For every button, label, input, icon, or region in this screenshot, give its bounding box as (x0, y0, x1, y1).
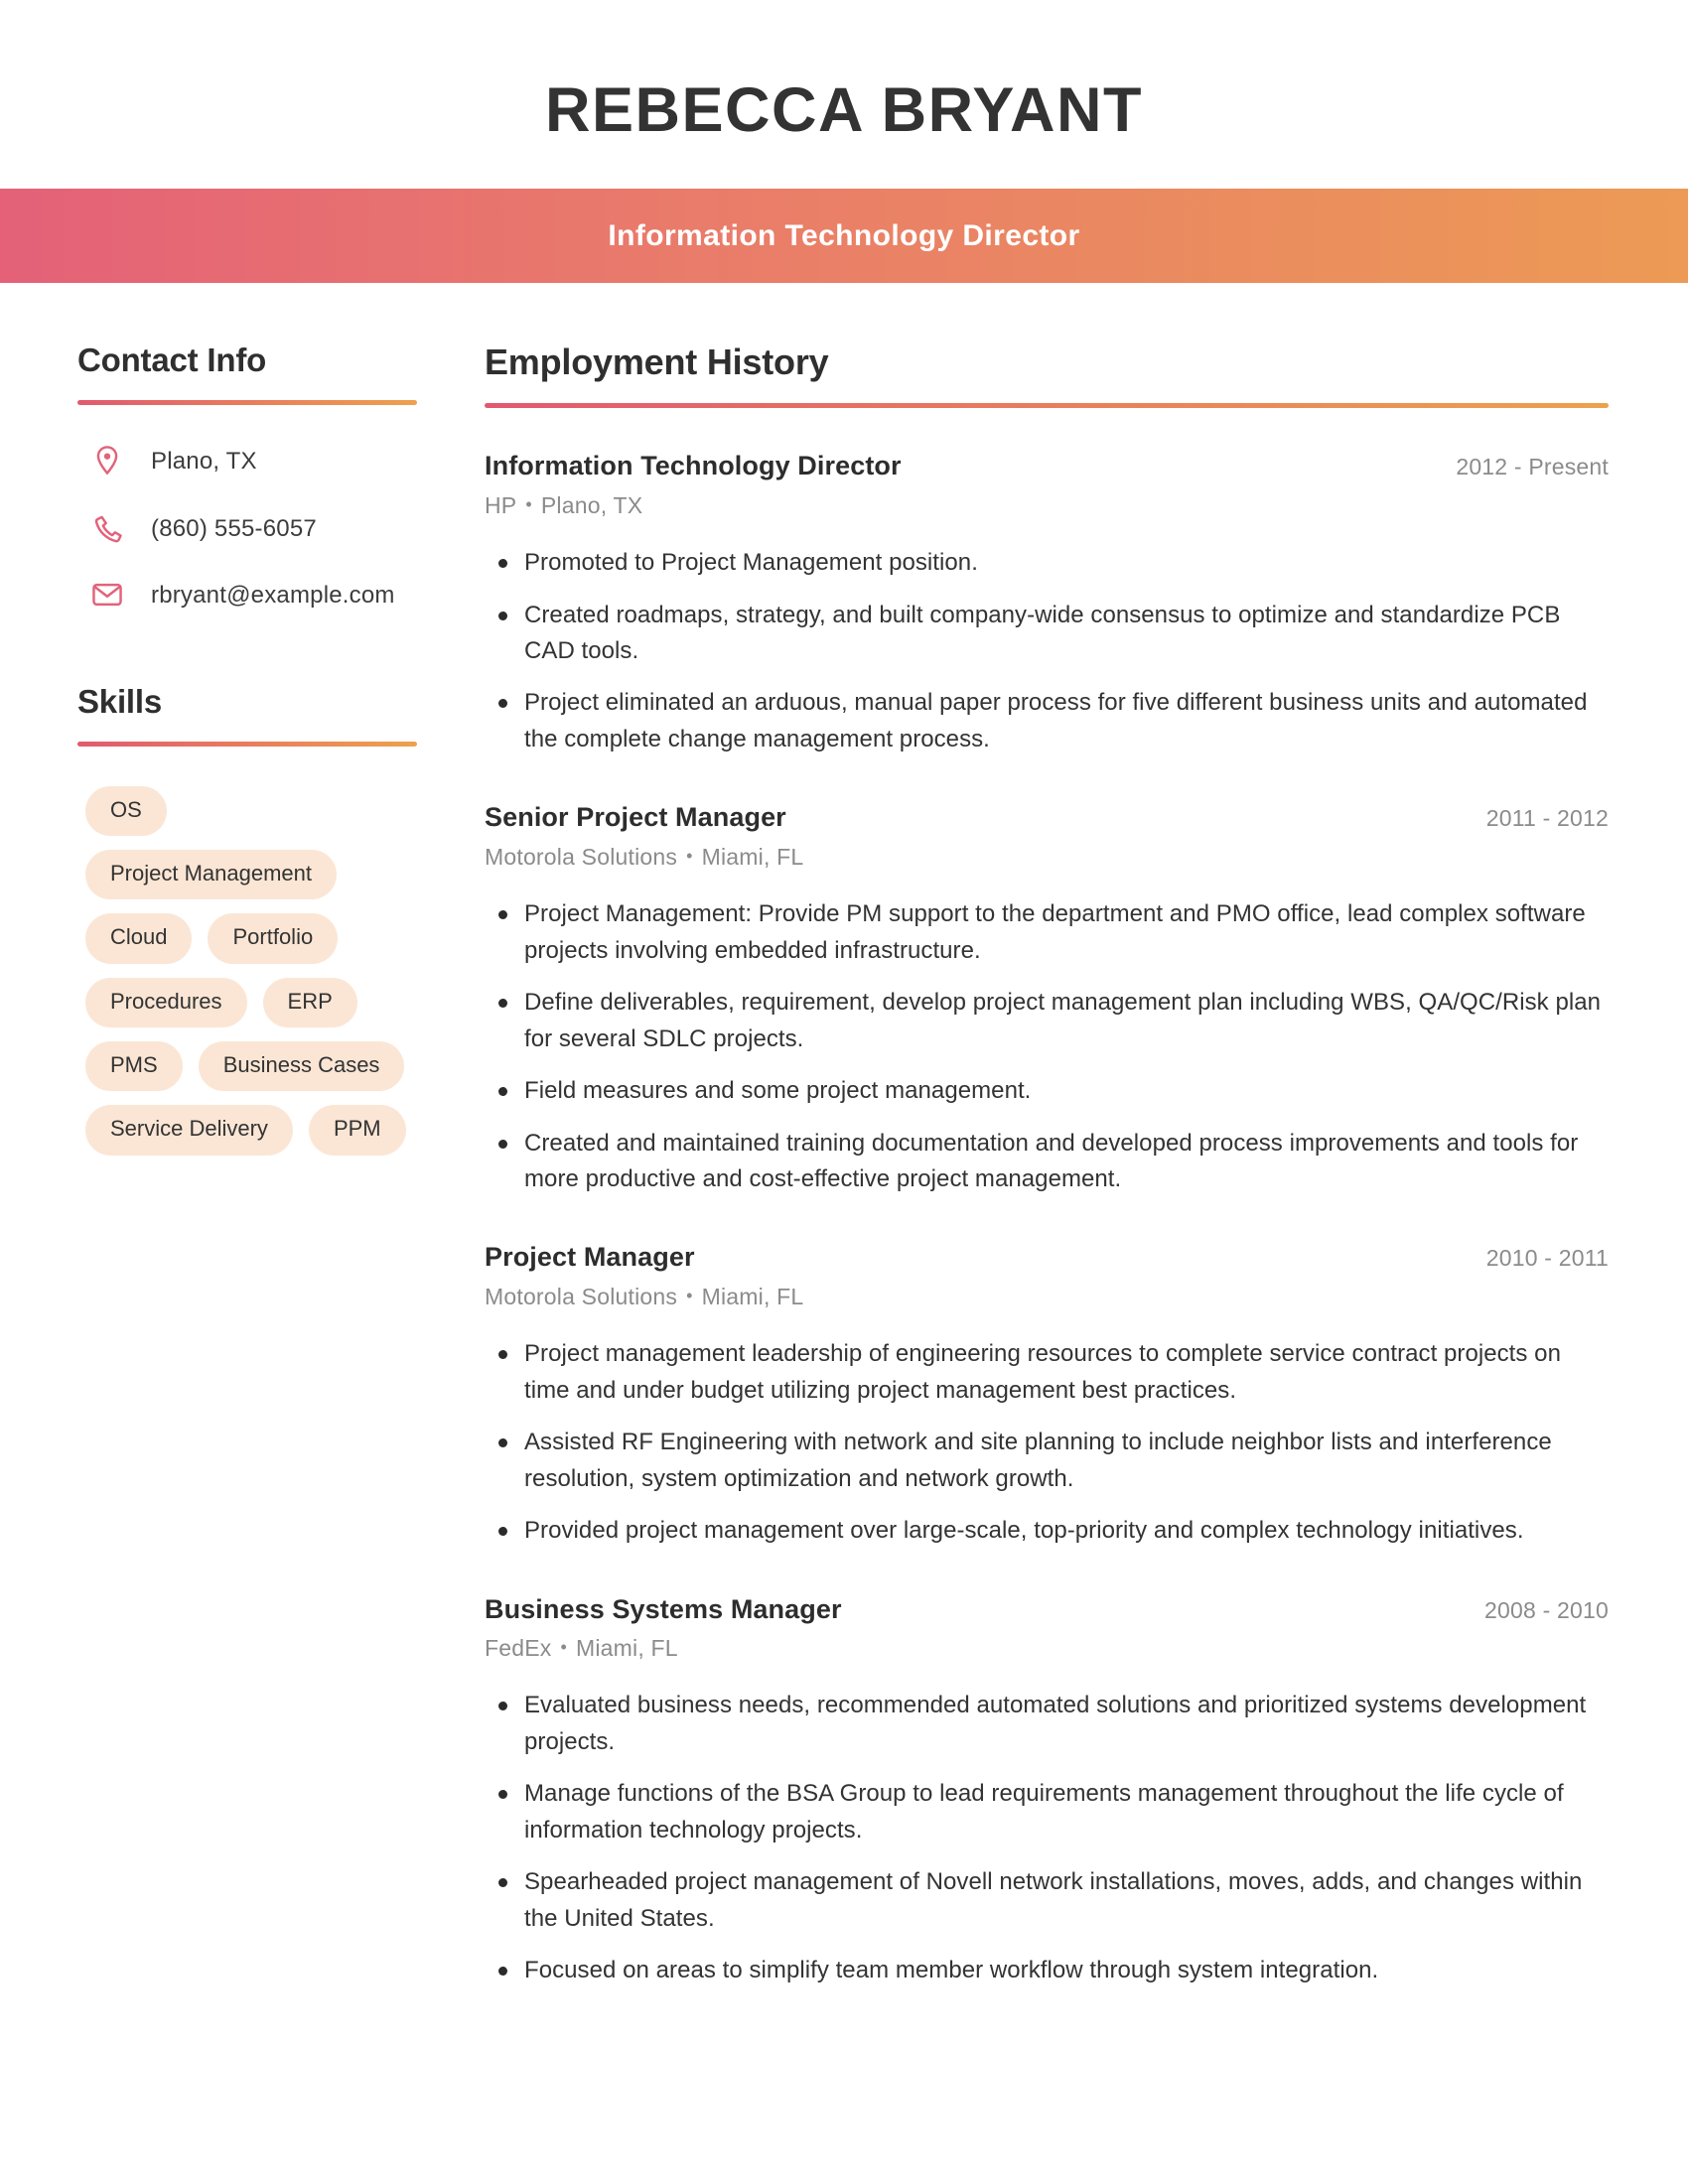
job-entry: Senior Project Manager 2011 - 2012 Motorol… (485, 801, 1609, 1197)
employment-history-divider (485, 403, 1609, 409)
resume-page: REBECCA BRYANT Information Technology Di… (0, 0, 1688, 2184)
job-header: Business Systems Manager 2008 - 2010 (485, 1593, 1609, 1627)
job-entry: Information Technology Director 2012 - Pr… (485, 450, 1609, 757)
skill-pill: ERP (262, 977, 357, 1028)
job-bullet: Project Management: Provide PM support t… (485, 896, 1609, 969)
candidate-name: REBECCA BRYANT (544, 75, 1144, 145)
meta-separator-dot: • (686, 846, 693, 867)
job-bullet: Field measures and some project manageme… (485, 1073, 1609, 1109)
job-company-location: HP • Plano, TX (485, 492, 1609, 519)
job-bullet: Promoted to Project Management position. (485, 545, 1609, 581)
phone-icon (89, 513, 125, 545)
candidate-job-title: Information Technology Director (608, 218, 1080, 252)
job-company: FedEx (485, 1635, 552, 1662)
job-bullet-list: Evaluated business needs, recommended au… (485, 1688, 1609, 1988)
job-dates: 2008 - 2010 (1484, 1596, 1609, 1623)
job-bullet: Created and maintained training document… (485, 1126, 1609, 1198)
map-pin-icon (89, 445, 125, 478)
job-title-band: Information Technology Director (0, 189, 1688, 284)
job-location: Plano, TX (540, 492, 643, 519)
contact-item-location: Plano, TX (77, 445, 417, 478)
job-title: Project Manager (485, 1242, 695, 1273)
job-bullet: Manage functions of the BSA Group to lea… (485, 1776, 1609, 1848)
job-list: Information Technology Director 2012 - Pr… (485, 450, 1609, 1988)
job-header: Project Manager 2010 - 2011 (485, 1241, 1609, 1275)
contact-email-text: rbryant@example.com (151, 581, 395, 609)
skill-pill: Portfolio (208, 913, 339, 964)
job-dates: 2010 - 2011 (1485, 1245, 1609, 1272)
skills-list: OS Project Management Cloud Portfolio Proced… (77, 785, 417, 1156)
job-title: Business Systems Manager (485, 1593, 842, 1624)
job-header: Senior Project Manager 2011 - 2012 (485, 801, 1609, 835)
job-bullet: Spearheaded project management of Novell… (485, 1864, 1609, 1937)
job-dates: 2012 - Present (1456, 454, 1609, 480)
job-bullet: Assisted RF Engineering with network and… (485, 1425, 1609, 1497)
contact-location-text: Plano, TX (151, 448, 257, 476)
job-bullet: Focused on areas to simplify team member… (485, 1953, 1609, 1988)
skill-pill: Cloud (85, 913, 193, 964)
job-company: HP (485, 492, 517, 519)
job-company-location: Motorola Solutions • Miami, FL (485, 1284, 1609, 1310)
skill-pill: PPM (308, 1105, 406, 1156)
contact-info-heading: Contact Info (77, 341, 267, 379)
job-title: Information Technology Director (485, 451, 902, 481)
job-bullet-list: Project Management: Provide PM support t… (485, 896, 1609, 1197)
meta-separator-dot: • (686, 1286, 693, 1306)
job-location: Miami, FL (701, 1284, 804, 1310)
contact-item-phone: (860) 555-6057 (77, 513, 417, 545)
job-entry: Business Systems Manager 2008 - 2010 FedEx… (485, 1593, 1609, 1989)
resume-header: REBECCA BRYANT (0, 0, 1688, 190)
skill-pill: OS (85, 785, 167, 836)
skill-pill: Procedures (85, 977, 247, 1028)
job-location: Miami, FL (701, 844, 804, 871)
skill-pill: Project Management (85, 849, 337, 900)
job-dates: 2011 - 2012 (1485, 805, 1609, 832)
sidebar: Contact Info Plano, TX (860) 555-6057 rb… (0, 341, 477, 1156)
job-bullet: Evaluated business needs, recommended au… (485, 1688, 1609, 1760)
job-bullet: Created roadmaps, strategy, and built co… (485, 598, 1609, 670)
job-header: Information Technology Director 2012 - Pr… (485, 450, 1609, 483)
job-bullet-list: Project management leadership of enginee… (485, 1336, 1609, 1549)
contact-info-divider (77, 399, 417, 405)
contact-phone-text: (860) 555-6057 (151, 515, 317, 543)
meta-separator-dot: • (560, 1637, 567, 1658)
job-bullet: Define deliverables, requirement, develo… (485, 985, 1609, 1057)
job-bullet-list: Promoted to Project Management position.… (485, 545, 1609, 757)
job-company: Motorola Solutions (485, 844, 678, 871)
employment-history-heading: Employment History (485, 341, 829, 383)
meta-separator-dot: • (525, 494, 532, 515)
job-company-location: FedEx • Miami, FL (485, 1635, 1609, 1662)
job-title: Senior Project Manager (485, 802, 786, 833)
envelope-icon (89, 581, 125, 609)
skills-divider (77, 741, 417, 747)
skill-pill: PMS (85, 1041, 183, 1092)
job-entry: Project Manager 2010 - 2011 Motorola Solut… (485, 1241, 1609, 1549)
skill-pill: Business Cases (198, 1041, 405, 1092)
employment-section: Employment History Information Technolog… (477, 341, 1688, 1988)
job-bullet: Project management leadership of enginee… (485, 1336, 1609, 1409)
job-company-location: Motorola Solutions • Miami, FL (485, 844, 1609, 871)
job-location: Miami, FL (576, 1635, 678, 1662)
contact-item-email: rbryant@example.com (77, 580, 417, 611)
job-bullet: Project eliminated an arduous, manual pa… (485, 685, 1609, 757)
skill-pill: Service Delivery (85, 1105, 293, 1156)
job-company: Motorola Solutions (485, 1284, 678, 1310)
skills-heading: Skills (77, 682, 163, 720)
resume-body: Contact Info Plano, TX (860) 555-6057 rb… (0, 283, 1688, 1988)
contact-list: Plano, TX (860) 555-6057 rbryant@example… (77, 445, 417, 611)
job-bullet: Provided project management over large-s… (485, 1513, 1609, 1549)
